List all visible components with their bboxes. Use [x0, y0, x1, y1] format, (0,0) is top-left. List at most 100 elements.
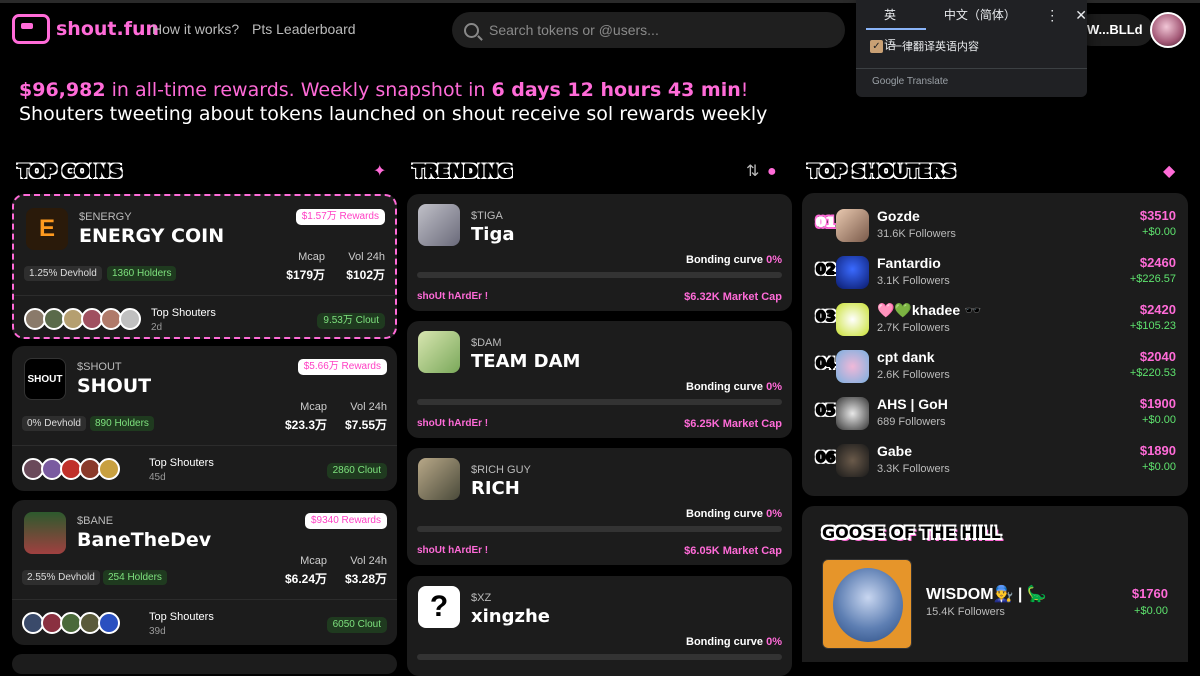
shouter-followers: 31.6K Followers — [877, 228, 956, 240]
close-icon[interactable]: ✕ — [1075, 7, 1087, 24]
nav-pts-leaderboard[interactable]: Pts Leaderboard — [252, 21, 356, 37]
profile-avatar[interactable] — [1150, 12, 1186, 48]
shouter-avatar — [836, 350, 869, 383]
shouter-row[interactable]: 03 🩷💚khadee 🕶️ 2.7K Followers $2420 +$10… — [816, 301, 1176, 341]
coin-age: 39d — [149, 626, 166, 637]
checkbox-icon[interactable]: ✓ — [870, 39, 883, 53]
shouter-avatar — [836, 397, 869, 430]
section-title-top-shouters: TOP SHOUTERS — [808, 162, 956, 182]
shouter-row[interactable]: 01 Gozde 31.6K Followers $3510 +$0.00 — [816, 207, 1176, 247]
trending-card-dam[interactable]: $DAM TEAM DAM Bonding curve 0% shoUt hAr… — [407, 321, 792, 438]
coin-age: 2d — [151, 322, 163, 333]
trending-card-xz[interactable]: ? $XZ xingzhe Bonding curve 0% — [407, 576, 792, 676]
megaphone-icon[interactable]: ◆ — [1163, 164, 1181, 180]
coin-card-bane[interactable]: $BANE BaneTheDev $9340 Rewards Mcap $6.2… — [12, 500, 397, 645]
mcap-label: Mcap — [298, 251, 325, 263]
shouter-avatar — [836, 303, 869, 336]
shouter-delta: +$0.00 — [1142, 414, 1176, 426]
sparkle-icon[interactable]: ✦ — [373, 164, 391, 180]
shouter-earnings: $3510 — [1139, 208, 1176, 223]
token-ticker: $XZ — [471, 592, 492, 604]
bonding-curve-label: Bonding curve 0% — [686, 254, 782, 266]
devhold-badge: 2.55% Devhold — [22, 570, 100, 585]
coin-name: SHOUT — [77, 375, 152, 397]
vol-label: Vol 24h — [350, 401, 387, 413]
translate-tab-english[interactable]: 英语 — [866, 0, 926, 52]
total-rewards: $96,982 — [19, 79, 106, 101]
mcap-value: $23.3万 — [284, 418, 327, 432]
shouter-avatar[interactable] — [98, 612, 120, 634]
shouter-name: AHS | GoH — [877, 396, 948, 412]
vol-value: $7.55万 — [344, 418, 387, 432]
mcap-value: $6.24万 — [284, 572, 327, 586]
shouter-row[interactable]: 06 Gabe 3.3K Followers $1890 +$0.00 — [816, 442, 1176, 482]
flame-icon[interactable]: ● — [767, 164, 785, 180]
rank-badge: 01 — [816, 215, 836, 231]
token-logo — [418, 458, 460, 500]
market-cap: $6.25K Market Cap — [684, 418, 782, 430]
coin-name: BaneTheDev — [77, 529, 212, 551]
vol-value: $3.28万 — [344, 572, 387, 586]
token-name: TEAM DAM — [471, 351, 581, 372]
coin-card-next[interactable] — [12, 654, 397, 674]
logo-icon — [12, 14, 50, 44]
shouter-row[interactable]: 04 cpt dank 2.6K Followers $2040 +$220.5… — [816, 348, 1176, 388]
shouter-followers: 3.3K Followers — [877, 463, 950, 475]
translate-tab-chinese[interactable]: 中文（简体） — [926, 0, 1033, 30]
rank-badge: 05 — [816, 403, 836, 419]
vol-value: $102万 — [346, 268, 385, 282]
goose-earnings: $1760 — [1131, 586, 1168, 601]
shouter-row[interactable]: 05 AHS | GoH 689 Followers $1900 +$0.00 — [816, 395, 1176, 435]
token-logo — [418, 204, 460, 246]
shouter-followers: 3.1K Followers — [877, 275, 950, 287]
coin-age: 45d — [149, 472, 166, 483]
snapshot-countdown: 6 days 12 hours 43 min — [491, 79, 741, 101]
search-input[interactable] — [489, 22, 809, 38]
logo[interactable]: shout.fun — [12, 14, 159, 44]
bonding-curve-label: Bonding curve 0% — [686, 508, 782, 520]
top-shouters-label: Top Shouters — [149, 457, 214, 469]
shouter-row[interactable]: 02 Fantardio 3.1K Followers $2460 +$226.… — [816, 254, 1176, 294]
vol-label: Vol 24h — [350, 555, 387, 567]
rewards-headline: $96,982 in all-time rewards. Weekly snap… — [19, 78, 767, 126]
shouter-followers: 689 Followers — [877, 416, 946, 428]
shouter-delta: +$220.53 — [1129, 367, 1176, 379]
goose-avatar[interactable] — [822, 559, 912, 649]
translate-footer: Google Translate — [856, 68, 1087, 94]
shouter-avatar[interactable] — [98, 458, 120, 480]
rank-badge: 03 — [816, 309, 836, 325]
shouter-avatar[interactable] — [119, 308, 141, 330]
coin-logo: E — [26, 208, 68, 250]
rank-badge: 02 — [816, 262, 836, 278]
search-bar[interactable] — [452, 12, 845, 48]
headline-subtitle: Shouters tweeting about tokens launched … — [19, 103, 768, 125]
rewards-badge: $5.66万 Rewards — [297, 359, 387, 375]
market-cap: $6.05K Market Cap — [684, 545, 782, 557]
divider — [12, 599, 397, 600]
trending-card-tiga[interactable]: $TIGA Tiga Bonding curve 0% shoUt hArdEr… — [407, 194, 792, 311]
trending-card-rich[interactable]: $RICH GUY RICH Bonding curve 0% shoUt hA… — [407, 448, 792, 565]
shouter-earnings: $2460 — [1139, 255, 1176, 270]
more-options-icon[interactable]: ⋮ — [1045, 7, 1059, 24]
shouter-earnings: $2040 — [1139, 349, 1176, 364]
clout-badge: 2860 Clout — [326, 463, 387, 479]
holders-badge: 1360 Holders — [107, 266, 177, 281]
mcap-label: Mcap — [300, 401, 327, 413]
goose-of-the-hill-panel: GOOSE OF THE HILL WISDOM👨‍🔧 | 🦕 15.4K Fo… — [802, 506, 1188, 662]
shouter-earnings: $1900 — [1139, 396, 1176, 411]
bonding-curve-label: Bonding curve 0% — [686, 381, 782, 393]
goose-followers: 15.4K Followers — [926, 606, 1005, 618]
divider — [12, 445, 397, 446]
shouter-name: Gozde — [877, 208, 920, 224]
goose-name[interactable]: WISDOM👨‍🔧 | 🦕 — [926, 584, 1047, 604]
sort-icon[interactable]: ⇅ — [746, 164, 764, 180]
shouter-name: 🩷💚khadee 🕶️ — [877, 302, 982, 318]
coin-card-shout[interactable]: SHOUT $SHOUT SHOUT $5.66万 Rewards Mcap $… — [12, 346, 397, 491]
coin-card-energy[interactable]: E $ENERGY ENERGY COIN $1.57万 Rewards Mca… — [12, 194, 397, 339]
top-shouters-label: Top Shouters — [151, 307, 216, 319]
shouter-delta: +$226.57 — [1129, 273, 1176, 285]
shouter-earnings: $1890 — [1139, 443, 1176, 458]
search-icon — [464, 22, 479, 38]
section-title-trending: TRENDING — [413, 162, 513, 182]
nav-how-it-works[interactable]: How it works? — [152, 21, 239, 37]
